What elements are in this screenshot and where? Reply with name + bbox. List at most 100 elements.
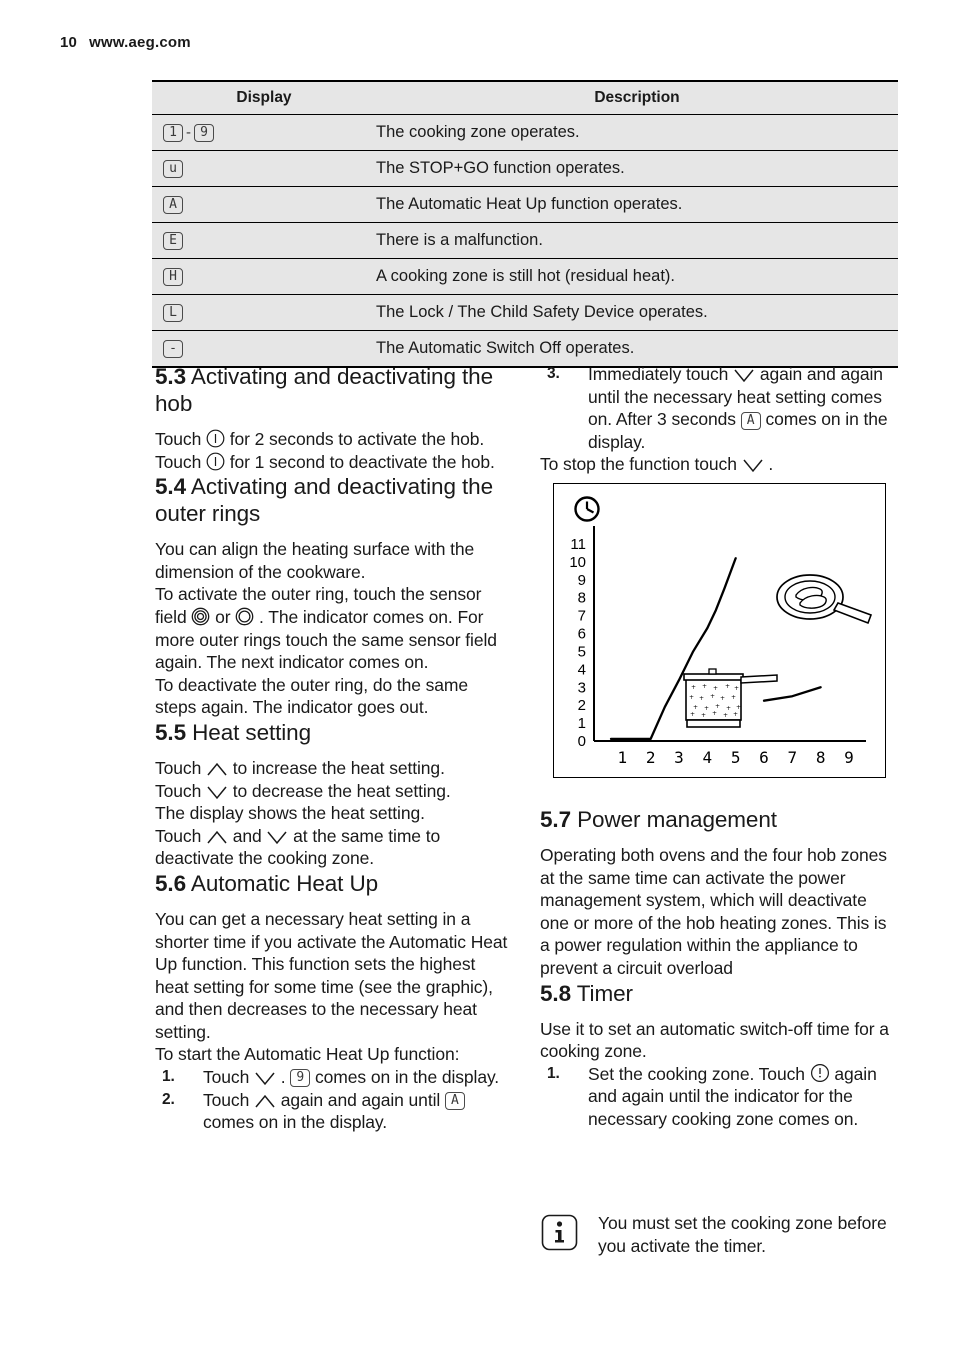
table-header-row: Display Description <box>152 80 898 115</box>
x-axis-tick-labels: 123456789 <box>618 748 854 767</box>
list-item: 1. Set the cooking zone. Touch again and … <box>540 1063 895 1131</box>
cell-description: The STOP+GO function operates. <box>376 150 898 187</box>
info-note-box: You must set the cooking zone before you… <box>541 1212 901 1257</box>
svg-text:+: + <box>699 695 704 702</box>
section-5-7-paragraph: Operating both ovens and the four hob zo… <box>540 844 887 978</box>
step-marker: 1. <box>162 1068 175 1086</box>
section-title: Heat setting <box>192 719 312 745</box>
section-5-5-paragraph: Touch to increase the heat setting. Touc… <box>155 757 510 870</box>
section-title: Activating and deactivating the outer ri… <box>155 474 494 527</box>
table-row: u The STOP+GO function operates. <box>152 150 898 187</box>
note-text: You must set the cooking zone before you… <box>598 1213 887 1256</box>
svg-text:+: + <box>702 683 707 690</box>
glyph-separator: - <box>186 124 191 142</box>
svg-text:+: + <box>725 683 730 690</box>
y-tick-label: 3 <box>578 679 586 696</box>
text-fragment: for 1 second to deactivate the hob. <box>224 451 495 472</box>
decrease-chevron-down-icon <box>206 785 228 800</box>
info-icon <box>541 1214 578 1256</box>
text-fragment: Immediately touch <box>588 364 734 384</box>
section-heading-5-6: 5.6 Automatic Heat Up <box>155 870 510 897</box>
cell-display-glyph: 1-9 <box>152 114 376 151</box>
text-fragment: . <box>763 454 774 475</box>
y-tick-label: 7 <box>578 608 586 625</box>
svg-text:+: + <box>693 704 698 711</box>
step-marker: 2. <box>162 1090 175 1108</box>
section-5-4-paragraph-3: To deactivate the outer ring, do the sam… <box>155 674 469 718</box>
list-item: 3. Immediately touch again and again unti… <box>540 363 895 453</box>
section-number: 5.7 <box>540 806 571 832</box>
svg-text:+: + <box>720 695 725 702</box>
cell-display-glyph: A <box>152 186 376 223</box>
cell-display-glyph: E <box>152 222 376 259</box>
step-marker: 3. <box>547 365 560 382</box>
x-tick-label: 7 <box>788 748 798 767</box>
svg-text:+: + <box>701 712 706 719</box>
cell-display-glyph: L <box>152 294 376 331</box>
x-tick-label: 9 <box>844 748 854 767</box>
section-number: 5.8 <box>540 980 571 1006</box>
x-tick-label: 5 <box>731 748 741 767</box>
svg-text:+: + <box>710 693 715 700</box>
x-tick-label: 2 <box>646 748 656 767</box>
svg-text:+: + <box>704 705 709 712</box>
step-marker: 1. <box>547 1064 560 1082</box>
section-heading-5-5: 5.5 Heat setting <box>155 719 510 746</box>
svg-text:+: + <box>690 711 695 718</box>
text-fragment: To stop the function touch <box>540 454 742 475</box>
decrease-chevron-down-icon <box>733 368 755 383</box>
section-title: Automatic Heat Up <box>190 870 379 896</box>
table-row: E There is a malfunction. <box>152 222 898 259</box>
text-fragment: Touch <box>155 429 206 449</box>
text-fragment: Touch <box>155 780 206 801</box>
display-glyph: A <box>740 411 761 430</box>
section-5-8-steps: 1. Set the cooking zone. Touch again and … <box>540 1063 895 1131</box>
svg-text:+: + <box>691 684 696 691</box>
x-tick-label: 8 <box>816 748 826 767</box>
y-tick-label: 10 <box>569 554 586 571</box>
column-header-display: Display <box>152 80 376 115</box>
cell-display-glyph: u <box>152 150 376 187</box>
frying-pan-icon <box>776 574 873 625</box>
display-glyph: u <box>163 159 183 178</box>
x-tick-label: 1 <box>618 748 628 767</box>
svg-text:+: + <box>723 712 728 719</box>
text-fragment: Touch <box>203 1089 254 1110</box>
decrease-chevron-down-icon <box>254 1071 276 1086</box>
table-row: A The Automatic Heat Up function operates… <box>152 186 898 223</box>
text-fragment: Touch <box>155 825 206 846</box>
section-5-4-paragraph-2: To activate the outer ring, touch the se… <box>155 583 510 673</box>
cell-description: There is a malfunction. <box>376 222 898 259</box>
cell-display-glyph: H <box>152 258 376 295</box>
table-row: - The Automatic Switch Off operates. <box>152 330 898 368</box>
svg-text:+: + <box>726 705 731 712</box>
clock-icon <box>574 496 600 522</box>
page-header: 10 www.aeg.com <box>60 34 191 51</box>
on-off-icon <box>206 452 225 471</box>
text-fragment: Set the cooking zone. Touch <box>588 1063 810 1084</box>
stop-function-paragraph: To stop the function touch . <box>540 453 895 476</box>
y-tick-label: 1 <box>578 715 586 732</box>
svg-text:+: + <box>731 694 736 701</box>
svg-text:+: + <box>715 703 720 710</box>
decrease-chevron-down-icon <box>742 458 764 473</box>
svg-text:+: + <box>713 685 718 692</box>
display-glyph: A <box>163 195 183 214</box>
y-tick-label: 5 <box>578 643 586 660</box>
cell-description: A cooking zone is still hot (residual he… <box>376 258 898 295</box>
section-heading-5-8: 5.8 Timer <box>540 980 895 1007</box>
cell-display-glyph: - <box>152 330 376 368</box>
x-tick-label: 4 <box>703 748 713 767</box>
section-heading-5-4: 5.4 Activating and deactivating the oute… <box>155 473 510 527</box>
text-fragment: again and again until <box>275 1089 445 1110</box>
cell-description: The Automatic Switch Off operates. <box>376 330 898 368</box>
y-tick-label: 11 <box>570 536 586 553</box>
y-axis-tick-labels: 01234567891011 <box>569 536 586 750</box>
display-glyph: - <box>163 339 183 358</box>
list-item: 1. Touch . 9 comes on in the display. <box>155 1066 510 1089</box>
decrease-chevron-down-icon <box>266 830 288 845</box>
section-5-6-steps: 1. Touch . 9 comes on in the display. 2. T… <box>155 1066 510 1134</box>
section-title: Power management <box>577 806 777 832</box>
text-fragment: comes on in the display. <box>203 1112 388 1133</box>
svg-text:+: + <box>734 685 739 692</box>
